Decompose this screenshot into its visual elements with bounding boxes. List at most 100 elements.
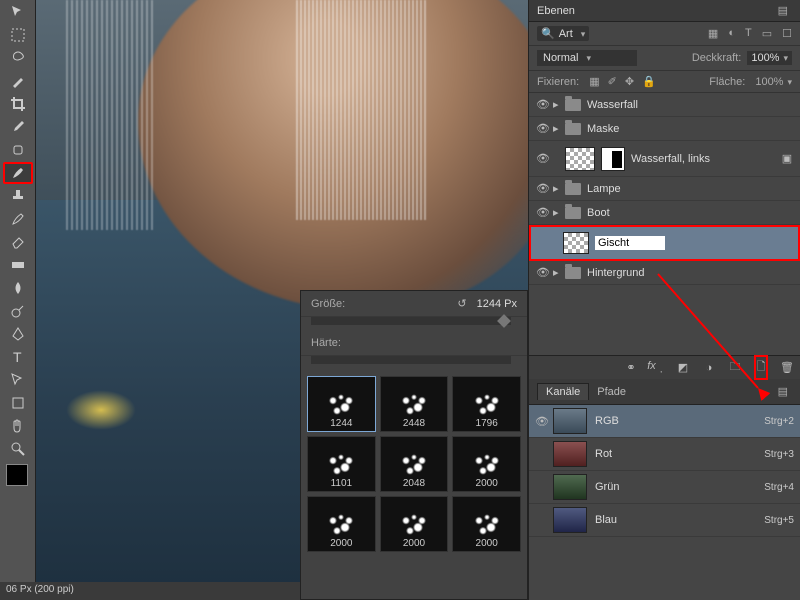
brush-preset[interactable]: 1101	[307, 436, 376, 492]
new-layer-icon[interactable]: 🗋	[754, 355, 768, 380]
brush-preset[interactable]: 2000	[380, 496, 449, 552]
adjustment-layer-icon[interactable]: ◑	[702, 362, 716, 374]
layers-panel-header: Ebenen ▤	[529, 0, 800, 22]
layer-row[interactable]: 👁▸ Maske	[529, 117, 800, 141]
hand-tool[interactable]	[3, 415, 33, 437]
layer-thumbnail[interactable]	[563, 232, 589, 254]
layer-row[interactable]: 👁▸ Boot	[529, 201, 800, 225]
layer-thumbnail[interactable]	[565, 147, 595, 171]
layer-row[interactable]	[529, 225, 800, 261]
delete-layer-icon[interactable]: 🗑	[780, 361, 794, 374]
channel-row[interactable]: BlauStrg+5	[529, 504, 800, 537]
panel-menu-icon[interactable]: ▤	[774, 4, 792, 17]
brush-hardness-label: Härte:	[311, 337, 371, 349]
link-layers-icon[interactable]: ⚭	[624, 361, 638, 374]
lasso-tool[interactable]	[3, 47, 33, 69]
wand-tool[interactable]	[3, 70, 33, 92]
lock-transparent-icon[interactable]: ▦	[589, 75, 599, 88]
visibility-icon[interactable]: 👁	[533, 182, 553, 195]
panel-menu-icon[interactable]: ▤	[774, 385, 792, 398]
visibility-icon[interactable]: 👁	[533, 122, 553, 135]
stamp-tool[interactable]	[3, 185, 33, 207]
type-tool[interactable]: T	[3, 346, 33, 368]
layer-name[interactable]: Wasserfall	[587, 99, 796, 111]
filter-pixel-icon[interactable]: ▦	[708, 27, 718, 40]
brush-size-label: Größe:	[311, 298, 371, 310]
expand-icon[interactable]: ▸	[553, 122, 565, 135]
expand-icon[interactable]: ▸	[553, 98, 565, 111]
layer-mask-thumbnail[interactable]	[601, 147, 625, 171]
filter-smart-icon[interactable]: ☐	[782, 27, 792, 40]
move-tool[interactable]	[3, 1, 33, 23]
path-tool[interactable]	[3, 369, 33, 391]
opacity-value[interactable]: 100%	[747, 51, 792, 65]
opacity-label: Deckkraft:	[692, 52, 742, 64]
brush-preset[interactable]: 2448	[380, 376, 449, 432]
expand-icon[interactable]: ▸	[553, 206, 565, 219]
foreground-color-swatch[interactable]	[6, 464, 28, 486]
layer-filter-kind[interactable]: 🔍 Art	[537, 26, 589, 41]
new-group-icon[interactable]: 🗀	[728, 358, 742, 377]
folder-icon	[565, 99, 581, 111]
paths-tab[interactable]: Pfade	[589, 384, 634, 400]
shape-tool[interactable]	[3, 392, 33, 414]
healing-tool[interactable]	[3, 139, 33, 161]
brush-hardness-slider[interactable]	[311, 356, 511, 364]
filter-type-icon[interactable]: T	[745, 27, 752, 40]
gradient-tool[interactable]	[3, 254, 33, 276]
expand-icon[interactable]: ▸	[553, 266, 565, 279]
layer-row[interactable]: 👁▸ Lampe	[529, 177, 800, 201]
fill-value[interactable]: 100%	[755, 76, 792, 88]
crop-tool[interactable]	[3, 93, 33, 115]
layer-row[interactable]: 👁▸ Wasserfall	[529, 93, 800, 117]
reset-icon[interactable]: ↺	[457, 297, 472, 310]
blur-tool[interactable]	[3, 277, 33, 299]
channel-row[interactable]: GrünStrg+4	[529, 471, 800, 504]
history-brush-tool[interactable]	[3, 208, 33, 230]
layer-name[interactable]: Maske	[587, 123, 796, 135]
layer-row[interactable]: 👁▸ Hintergrund	[529, 261, 800, 285]
brush-preset-panel: Größe: ↺ 1244 Px Härte: 124424481796 1101…	[300, 290, 528, 600]
eraser-tool[interactable]	[3, 231, 33, 253]
zoom-tool[interactable]	[3, 438, 33, 460]
brush-preset[interactable]: 1796	[452, 376, 521, 432]
lock-all-icon[interactable]: 🔒	[642, 75, 656, 88]
layer-row[interactable]: 👁 Wasserfall, links▣	[529, 141, 800, 177]
brush-preset[interactable]: 1244	[307, 376, 376, 432]
brush-size-slider[interactable]	[311, 317, 511, 325]
blend-mode-select[interactable]: Normal	[537, 50, 637, 66]
layer-name[interactable]: Wasserfall, links	[631, 153, 778, 165]
filter-adjust-icon[interactable]: ◐	[728, 27, 735, 40]
lock-pixels-icon[interactable]: ✐	[608, 75, 617, 88]
brush-preset[interactable]: 2000	[452, 496, 521, 552]
visibility-icon[interactable]: 👁	[535, 415, 553, 428]
filter-shape-icon[interactable]: ▭	[762, 27, 772, 40]
brush-preset[interactable]: 2048	[380, 436, 449, 492]
marquee-tool[interactable]	[3, 24, 33, 46]
fill-label: Fläche:	[709, 76, 745, 88]
layer-name[interactable]: Boot	[587, 207, 796, 219]
layer-name-input[interactable]	[595, 236, 665, 250]
pen-tool[interactable]	[3, 323, 33, 345]
layer-fx-icon[interactable]: fx﹒	[650, 360, 664, 376]
brush-preset[interactable]: 2000	[452, 436, 521, 492]
lock-position-icon[interactable]: ✥	[625, 75, 634, 88]
layer-name[interactable]: Lampe	[587, 183, 796, 195]
visibility-icon[interactable]: 👁	[533, 152, 553, 165]
visibility-icon[interactable]: 👁	[533, 206, 553, 219]
brush-tool[interactable]	[3, 162, 33, 184]
layer-name[interactable]: Hintergrund	[587, 267, 796, 279]
brush-size-value[interactable]: 1244 Px	[473, 298, 517, 310]
channel-row[interactable]: 👁RGBStrg+2	[529, 405, 800, 438]
visibility-icon[interactable]: 👁	[533, 98, 553, 111]
eyedropper-tool[interactable]	[3, 116, 33, 138]
visibility-icon[interactable]: 👁	[533, 266, 553, 279]
brush-preset[interactable]: 2000	[307, 496, 376, 552]
expand-icon[interactable]: ▸	[553, 182, 565, 195]
layer-mask-icon[interactable]: ◩	[676, 361, 690, 374]
dodge-tool[interactable]	[3, 300, 33, 322]
link-icon[interactable]: ▣	[778, 152, 796, 165]
channels-tab[interactable]: Kanäle	[537, 383, 589, 400]
layers-panel-title: Ebenen	[537, 5, 575, 17]
channel-row[interactable]: RotStrg+3	[529, 438, 800, 471]
